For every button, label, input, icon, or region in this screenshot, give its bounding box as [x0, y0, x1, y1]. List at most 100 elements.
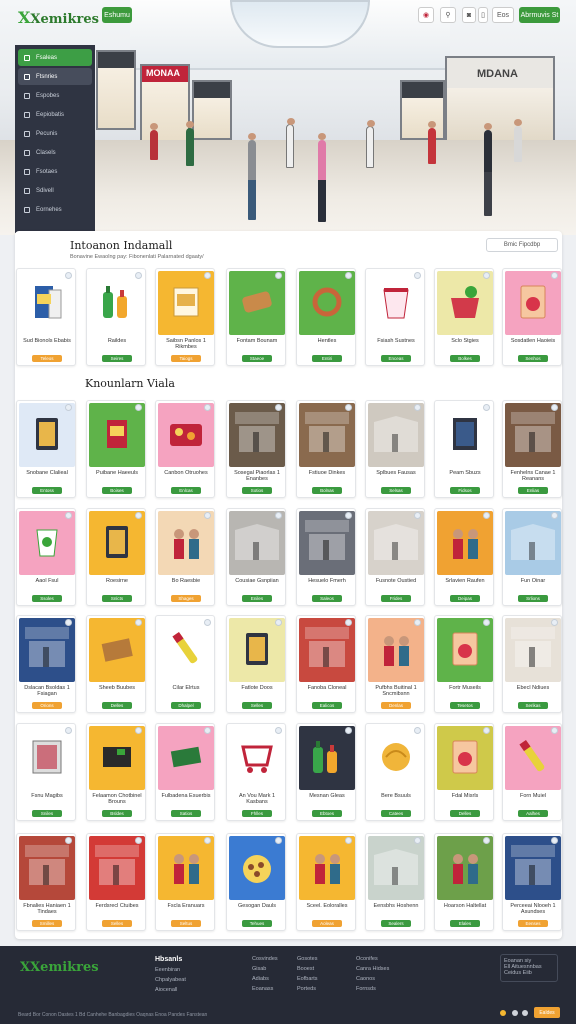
sidebar-item[interactable]: Espobes [18, 87, 92, 104]
product-card[interactable]: Fun Oinar Srlions [502, 508, 562, 606]
favorite-icon[interactable] [551, 619, 558, 626]
sidebar-item[interactable]: Eepiobatis [18, 106, 92, 123]
product-button[interactable]: Ealicos [312, 702, 342, 709]
product-card[interactable]: Fsnu Magibs Sniles [16, 723, 76, 821]
product-card[interactable]: Fanoba Cloneal Ealicos [296, 615, 356, 713]
sidebar-item[interactable]: Ftsnries [18, 68, 92, 85]
product-button[interactable]: Entoss [32, 487, 62, 494]
favorite-icon[interactable] [414, 727, 421, 734]
favorite-icon[interactable] [345, 404, 352, 411]
favorite-icon[interactable] [551, 837, 558, 844]
product-image[interactable] [437, 836, 493, 900]
product-card[interactable]: Saibsn Panlos 1 Rikmbes Taiogs [155, 268, 215, 366]
product-button[interactable]: Tesetos [450, 702, 480, 709]
favorite-icon[interactable] [65, 272, 72, 279]
product-image[interactable] [505, 271, 561, 335]
favorite-icon[interactable] [414, 837, 421, 844]
section-action-button[interactable]: Bmic Fipcdbp [486, 238, 558, 252]
product-button[interactable]: Dhalpel [171, 702, 201, 709]
product-image[interactable] [505, 618, 561, 682]
favorite-icon[interactable] [275, 404, 282, 411]
footer-link[interactable]: Eofbarts [297, 976, 317, 982]
product-image[interactable] [437, 271, 493, 335]
favorite-icon[interactable] [414, 272, 421, 279]
product-card[interactable]: Bo Raesbie Shages [155, 508, 215, 606]
product-image[interactable] [229, 271, 285, 335]
product-image[interactable] [19, 271, 75, 335]
product-image[interactable] [229, 836, 285, 900]
brand-logo[interactable]: XXemikres [18, 8, 99, 27]
favorite-icon[interactable] [483, 619, 490, 626]
product-button[interactable]: Smilles [32, 920, 62, 927]
product-card[interactable]: Splbues Fausas Selsas [365, 400, 425, 498]
product-button[interactable]: Seires [102, 355, 132, 362]
product-button[interactable]: Teleos [32, 355, 62, 362]
product-image[interactable] [89, 511, 145, 575]
product-image[interactable] [368, 618, 424, 682]
product-button[interactable]: Delles [450, 810, 480, 817]
product-button[interactable]: Bolnas [312, 487, 342, 494]
footer-contact-box[interactable]: Eoanan siy Ell Aituesnnbas Ceidus Eiib [500, 954, 558, 982]
product-image[interactable] [299, 618, 355, 682]
favorite-icon[interactable] [483, 404, 490, 411]
product-image[interactable] [229, 511, 285, 575]
favorite-icon[interactable] [275, 272, 282, 279]
product-button[interactable]: Aalhes [518, 810, 548, 817]
product-button[interactable]: Denlas [381, 702, 411, 709]
product-card[interactable]: Fusnote Oustied Frides [365, 508, 425, 606]
product-card[interactable]: Cousiae Gsnpiian Eniles [226, 508, 286, 606]
footer-link[interactable]: Adiabs [252, 976, 278, 982]
product-card[interactable]: Bere Bsuuls Catees [365, 723, 425, 821]
product-card[interactable]: Fulbadena Esuerbis Satios [155, 723, 215, 821]
footer-logo[interactable]: XXemikres [20, 960, 99, 975]
search-icon[interactable]: ⚲ [440, 7, 456, 23]
product-card[interactable]: Sceel. Eoloralles Aoleas [296, 833, 356, 931]
product-button[interactable]: Deipas [450, 595, 480, 602]
product-image[interactable] [437, 726, 493, 790]
footer-link[interactable]: Caonos [356, 976, 389, 982]
product-card[interactable]: Pufbhs Buitinal 1 Sncmibsnn Denlas [365, 615, 425, 713]
product-card[interactable]: Cilar Elrtus Dhalpel [155, 615, 215, 713]
product-button[interactable]: Entiri [312, 355, 342, 362]
product-image[interactable] [505, 511, 561, 575]
product-image[interactable] [299, 271, 355, 335]
product-image[interactable] [505, 836, 561, 900]
product-button[interactable]: Orions [32, 702, 62, 709]
footer-link[interactable]: Booest [297, 966, 317, 972]
favorite-icon[interactable] [65, 837, 72, 844]
favorite-icon[interactable] [204, 619, 211, 626]
product-button[interactable]: Taiogs [171, 355, 201, 362]
product-button[interactable]: Senhos [518, 355, 548, 362]
favorite-icon[interactable] [204, 404, 211, 411]
sidebar-item[interactable]: Clasels [18, 144, 92, 161]
footer-link[interactable]: Fornsds [356, 986, 389, 992]
product-image[interactable] [437, 511, 493, 575]
product-image[interactable] [505, 726, 561, 790]
favorite-icon[interactable] [345, 512, 352, 519]
product-button[interactable]: Boises [102, 487, 132, 494]
favorite-icon[interactable] [204, 272, 211, 279]
sidebar-item[interactable]: Fsaleas [18, 49, 92, 66]
sidebar-item[interactable]: Sdivell [18, 182, 92, 199]
product-button[interactable]: Frides [381, 595, 411, 602]
favorite-icon[interactable] [345, 727, 352, 734]
favorite-icon[interactable] [551, 272, 558, 279]
product-card[interactable]: Sosegal Piaorlas 1 Enanbes Sotios [226, 400, 286, 498]
product-image[interactable] [19, 726, 75, 790]
favorite-icon[interactable] [345, 837, 352, 844]
footer-link[interactable]: Canra Hidses [356, 966, 389, 972]
product-image[interactable] [19, 618, 75, 682]
product-card[interactable]: Fontam Bounam Staeoe [226, 268, 286, 366]
product-button[interactable]: Elales [450, 920, 480, 927]
product-image[interactable] [158, 403, 214, 467]
product-button[interactable]: Ssoles [32, 595, 62, 602]
product-card[interactable]: Hesuelo Fmerh Saleos [296, 508, 356, 606]
product-card[interactable]: Roesirne Snlcts [86, 508, 146, 606]
product-button[interactable]: Tehues [242, 920, 272, 927]
favorite-icon[interactable] [204, 727, 211, 734]
favorite-icon[interactable] [65, 619, 72, 626]
product-image[interactable] [229, 618, 285, 682]
product-image[interactable] [505, 403, 561, 467]
product-card[interactable]: Canbon Otruohes Enlcas [155, 400, 215, 498]
favorite-icon[interactable] [414, 404, 421, 411]
